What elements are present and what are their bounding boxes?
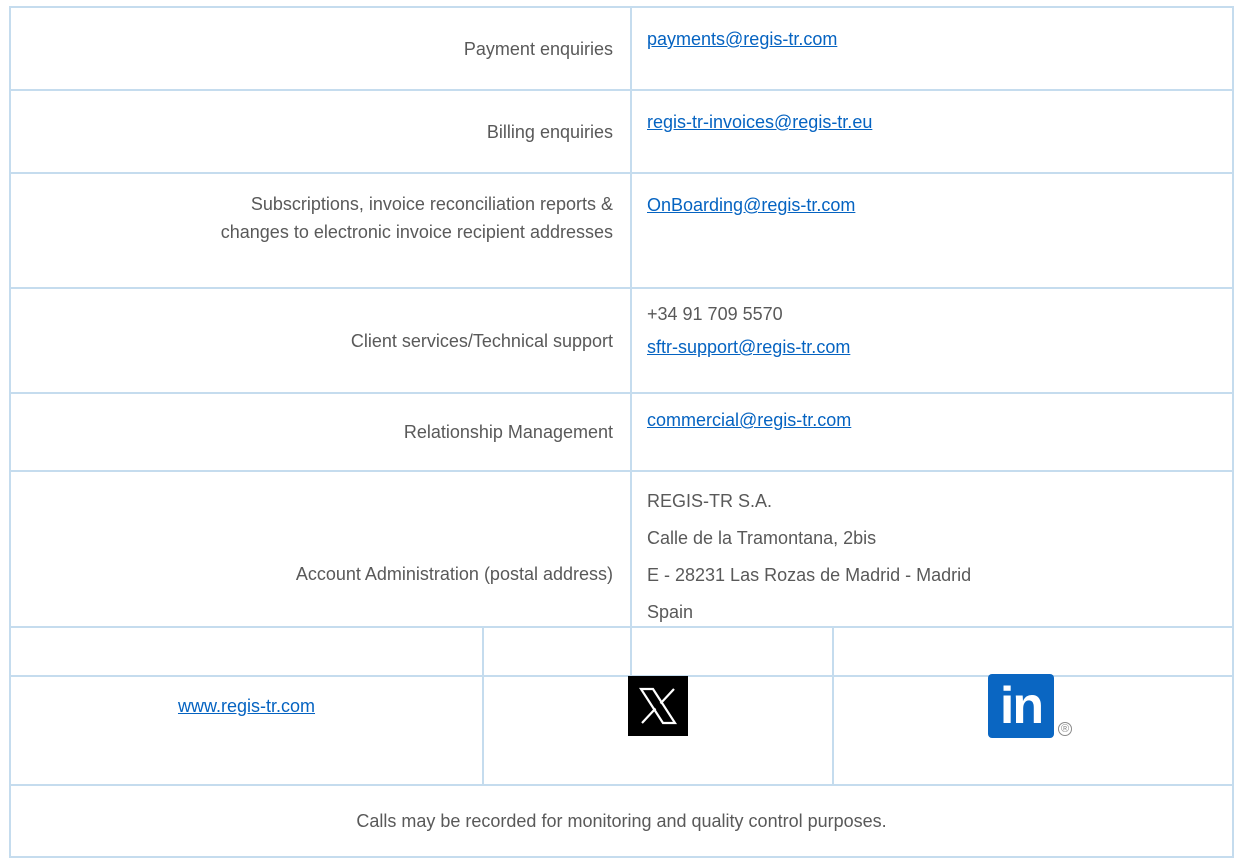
value-subscriptions: OnBoarding@regis-tr.com xyxy=(630,172,1234,289)
linkedin-logo-icon[interactable]: in ® xyxy=(988,674,1078,738)
linkedin-cell: in ® xyxy=(832,626,1234,786)
contact-row-payment: Payment enquiries payments@regis-tr.com xyxy=(9,6,1234,91)
onboarding-email-link[interactable]: OnBoarding@regis-tr.com xyxy=(647,191,1232,219)
value-payment-enquiries: payments@regis-tr.com xyxy=(630,6,1234,91)
address-country: Spain xyxy=(647,602,694,622)
label-payment-enquiries: Payment enquiries xyxy=(9,6,632,91)
label-subscriptions: Subscriptions, invoice reconciliation re… xyxy=(9,172,632,289)
value-relationship-management: commercial@regis-tr.com xyxy=(630,392,1234,472)
footer-table: www.regis-tr.com in ® Calls may be recor… xyxy=(9,626,1234,858)
commercial-email-link[interactable]: commercial@regis-tr.com xyxy=(647,406,1232,434)
footer-links-row: www.regis-tr.com in ® xyxy=(9,626,1234,786)
support-phone: +34 91 709 5570 xyxy=(647,304,783,324)
recording-note-cell: Calls may be recorded for monitoring and… xyxy=(9,784,1234,858)
x-logo-glyph xyxy=(638,687,678,725)
registered-mark: ® xyxy=(1058,722,1072,736)
website-cell: www.regis-tr.com xyxy=(9,626,484,786)
label-billing-enquiries: Billing enquiries xyxy=(9,89,632,174)
value-billing-enquiries: regis-tr-invoices@regis-tr.eu xyxy=(630,89,1234,174)
contact-row-support: Client services/Technical support +34 91… xyxy=(9,287,1234,394)
recording-note: Calls may be recorded for monitoring and… xyxy=(356,810,887,831)
contact-row-billing: Billing enquiries regis-tr-invoices@regi… xyxy=(9,89,1234,174)
label-subscriptions-line-2: changes to electronic invoice recipient … xyxy=(220,222,613,242)
payments-email-link[interactable]: payments@regis-tr.com xyxy=(647,25,1232,53)
label-subscriptions-line-1: Subscriptions, invoice reconciliation re… xyxy=(250,194,613,214)
value-client-services: +34 91 709 5570 sftr-support@regis-tr.co… xyxy=(630,287,1234,394)
contact-row-relationship: Relationship Management commercial@regis… xyxy=(9,392,1234,472)
address-city: E - 28231 Las Rozas de Madrid - Madrid xyxy=(647,565,972,585)
contact-table: Payment enquiries payments@regis-tr.com … xyxy=(9,6,1234,677)
address-street: Calle de la Tramontana, 2bis xyxy=(647,528,877,548)
address-company: REGIS-TR S.A. xyxy=(647,491,773,511)
invoices-email-link[interactable]: regis-tr-invoices@regis-tr.eu xyxy=(647,108,1232,136)
x-cell xyxy=(482,626,834,786)
footer-note-row: Calls may be recorded for monitoring and… xyxy=(9,784,1234,858)
contact-row-subscriptions: Subscriptions, invoice reconciliation re… xyxy=(9,172,1234,289)
label-client-services: Client services/Technical support xyxy=(9,287,632,394)
x-logo-icon[interactable] xyxy=(628,676,688,736)
linkedin-logo-text: in xyxy=(988,674,1054,738)
support-email-link[interactable]: sftr-support@regis-tr.com xyxy=(647,333,1232,361)
label-relationship-management: Relationship Management xyxy=(9,392,632,472)
website-link[interactable]: www.regis-tr.com xyxy=(178,696,315,716)
